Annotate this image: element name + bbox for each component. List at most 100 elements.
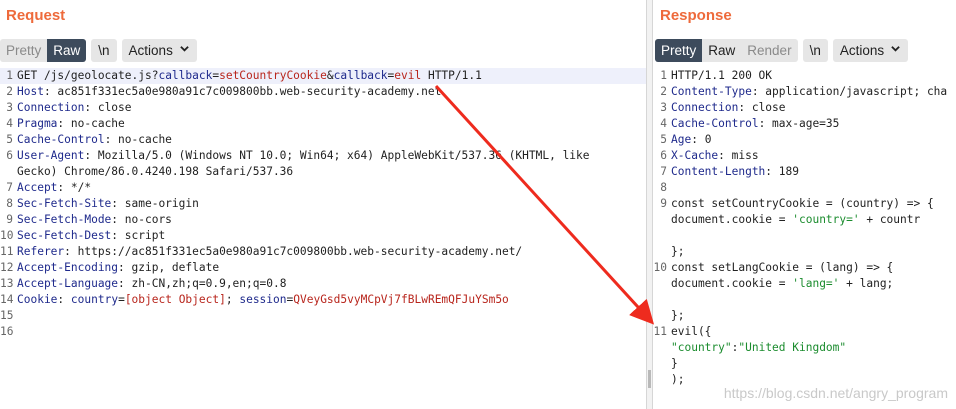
code-token: = (118, 293, 125, 306)
request-code-text: Referer: https://ac851f331ec5a0e980a91c7… (16, 244, 646, 260)
request-code-line[interactable]: 15 (0, 308, 646, 324)
request-code-line[interactable]: 8 Sec-Fetch-Site: same-origin (0, 196, 646, 212)
request-editor[interactable]: 1 GET /js/geolocate.js?callback=setCountr… (0, 68, 646, 409)
request-line-number: 4 (6, 117, 13, 130)
response-line-number (653, 308, 670, 324)
response-line-number: 4 (660, 117, 667, 130)
response-code-text (670, 180, 678, 196)
code-token: : max-age=35 (758, 117, 840, 130)
request-newline-button[interactable]: \n (91, 39, 117, 62)
code-token: Connection (17, 101, 85, 114)
response-code-line[interactable]: "country":"United Kingdom" (653, 340, 956, 356)
request-code-line[interactable]: 4 Pragma: no-cache (0, 116, 646, 132)
code-token: const setCountryCookie = (country) => { (671, 197, 934, 210)
code-token: setCountryCookie (219, 69, 327, 82)
request-actions-button[interactable]: Actions (121, 39, 197, 62)
response-title: Response (660, 7, 732, 24)
response-code-text: } (670, 356, 678, 372)
code-token: User-Agent (17, 149, 85, 162)
response-line-number: 10 (653, 261, 667, 274)
request-line-number: 12 (0, 261, 14, 274)
request-line-number: 2 (6, 85, 13, 98)
response-code-line[interactable]: document.cookie = 'lang=' + lang; (653, 276, 956, 292)
response-raw-tab[interactable]: Raw (702, 39, 741, 62)
response-render-tab[interactable]: Render (741, 39, 797, 62)
response-pane: Response Pretty Raw Render \n Actions 1 HTTP… (653, 0, 956, 409)
response-code-text (670, 292, 678, 308)
request-line-number: 8 (6, 197, 13, 210)
response-code-line[interactable]: }; (653, 244, 956, 260)
request-code-text: Connection: close (16, 100, 646, 116)
request-code-line[interactable]: 2 Host: ac851f331ec5a0e980a91c7c009800bb.… (0, 84, 646, 100)
code-token: Accept-Language (17, 277, 119, 290)
response-code-line[interactable] (653, 292, 956, 308)
request-code-line[interactable]: 12 Accept-Encoding: gzip, deflate (0, 260, 646, 276)
response-code-line[interactable]: document.cookie = 'country=' + countr (653, 212, 956, 228)
request-code-line[interactable]: 6 User-Agent: Mozilla/5.0 (Windows NT 10.… (0, 148, 646, 164)
request-line-number: 3 (6, 101, 13, 114)
request-line-number: 9 (6, 213, 13, 226)
code-token: : script (111, 229, 166, 242)
response-code-line[interactable]: 2 Content-Type: application/javascript; c… (653, 84, 956, 100)
code-token: : same-origin (111, 197, 199, 210)
code-token: }; (671, 245, 685, 258)
request-code-line[interactable]: 10 Sec-Fetch-Dest: script (0, 228, 646, 244)
response-code-text: }; (670, 308, 684, 324)
response-editor[interactable]: 1 HTTP/1.1 200 OK 2 Content-Type: applicati… (653, 68, 956, 409)
code-token: : 0 (691, 133, 712, 146)
response-code-text: Content-Type: application/javascript; ch… (670, 84, 947, 100)
response-code-line[interactable]: 11 evil({ (653, 324, 956, 340)
request-code-line[interactable]: 5 Cache-Control: no-cache (0, 132, 646, 148)
code-token: const setLangCookie = (lang) => { (671, 261, 894, 274)
request-line-number: 6 (6, 149, 13, 162)
response-code-line[interactable]: 6 X-Cache: miss (653, 148, 956, 164)
response-code-line[interactable]: 4 Cache-Control: max-age=35 (653, 116, 956, 132)
response-code-line[interactable]: 1 HTTP/1.1 200 OK (653, 68, 956, 84)
request-code-line[interactable]: 9 Sec-Fetch-Mode: no-cors (0, 212, 646, 228)
code-token: Sec-Fetch-Dest (17, 229, 112, 242)
response-code-line[interactable]: 9 const setCountryCookie = (country) => { (653, 196, 956, 212)
response-view-toggle: Pretty Raw Render (655, 39, 798, 62)
response-code-line[interactable]: } (653, 356, 956, 372)
code-token: Sec-Fetch-Site (17, 197, 112, 210)
response-code-line[interactable] (653, 228, 956, 244)
response-code-line[interactable]: 5 Age: 0 (653, 132, 956, 148)
response-code-line[interactable]: 3 Connection: close (653, 100, 956, 116)
response-code-line[interactable]: }; (653, 308, 956, 324)
code-token: ; (225, 293, 240, 306)
request-line-number: 11 (0, 245, 14, 258)
response-line-number: 2 (660, 85, 667, 98)
request-code-line[interactable]: Gecko) Chrome/86.0.4240.198 Safari/537.3… (0, 164, 646, 180)
response-pretty-tab[interactable]: Pretty (655, 39, 703, 62)
divider-grip[interactable] (648, 370, 651, 388)
request-code-line[interactable]: 14 Cookie: country=[object Object]; sessi… (0, 292, 646, 308)
response-newline-button[interactable]: \n (802, 39, 828, 62)
code-token: : no-cache (57, 117, 125, 130)
request-code-line[interactable]: 1 GET /js/geolocate.js?callback=setCountr… (0, 68, 646, 84)
code-token: + countr (859, 213, 921, 226)
request-code-line[interactable]: 13 Accept-Language: zh-CN,zh;q=0.9,en;q=0… (0, 276, 646, 292)
request-line-number: 10 (0, 229, 14, 242)
response-code-text: document.cookie = 'country=' + countr (670, 212, 920, 228)
request-view-toggle: Pretty Raw (0, 39, 87, 62)
pane-divider[interactable] (646, 0, 653, 409)
request-raw-tab[interactable]: Raw (47, 39, 87, 62)
request-line-number: 14 (0, 293, 14, 306)
request-code-text: Gecko) Chrome/86.0.4240.198 Safari/537.3… (16, 164, 646, 180)
response-code-line[interactable]: 10 const setLangCookie = (lang) => { (653, 260, 956, 276)
request-code-line[interactable]: 16 (0, 324, 646, 340)
request-pretty-tab[interactable]: Pretty (0, 39, 47, 62)
request-code-line[interactable]: 11 Referer: https://ac851f331ec5a0e980a91… (0, 244, 646, 260)
response-line-number (653, 276, 670, 292)
response-actions-button[interactable]: Actions (832, 39, 909, 62)
request-code-line[interactable]: 3 Connection: close (0, 100, 646, 116)
response-code-line[interactable]: 8 (653, 180, 956, 196)
response-code-line[interactable]: 7 Content-Length: 189 (653, 164, 956, 180)
request-code-text: Cookie: country=[object Object]; session… (16, 292, 646, 308)
code-token: country (70, 293, 119, 306)
request-code-line[interactable]: 7 Accept: */* (0, 180, 646, 196)
code-token: [object Object] (124, 293, 226, 306)
code-token: : Mozilla/5.0 (Windows NT 10.0; Win64; x… (84, 149, 590, 162)
request-code-text (16, 324, 646, 340)
code-token: "country" (671, 341, 732, 354)
